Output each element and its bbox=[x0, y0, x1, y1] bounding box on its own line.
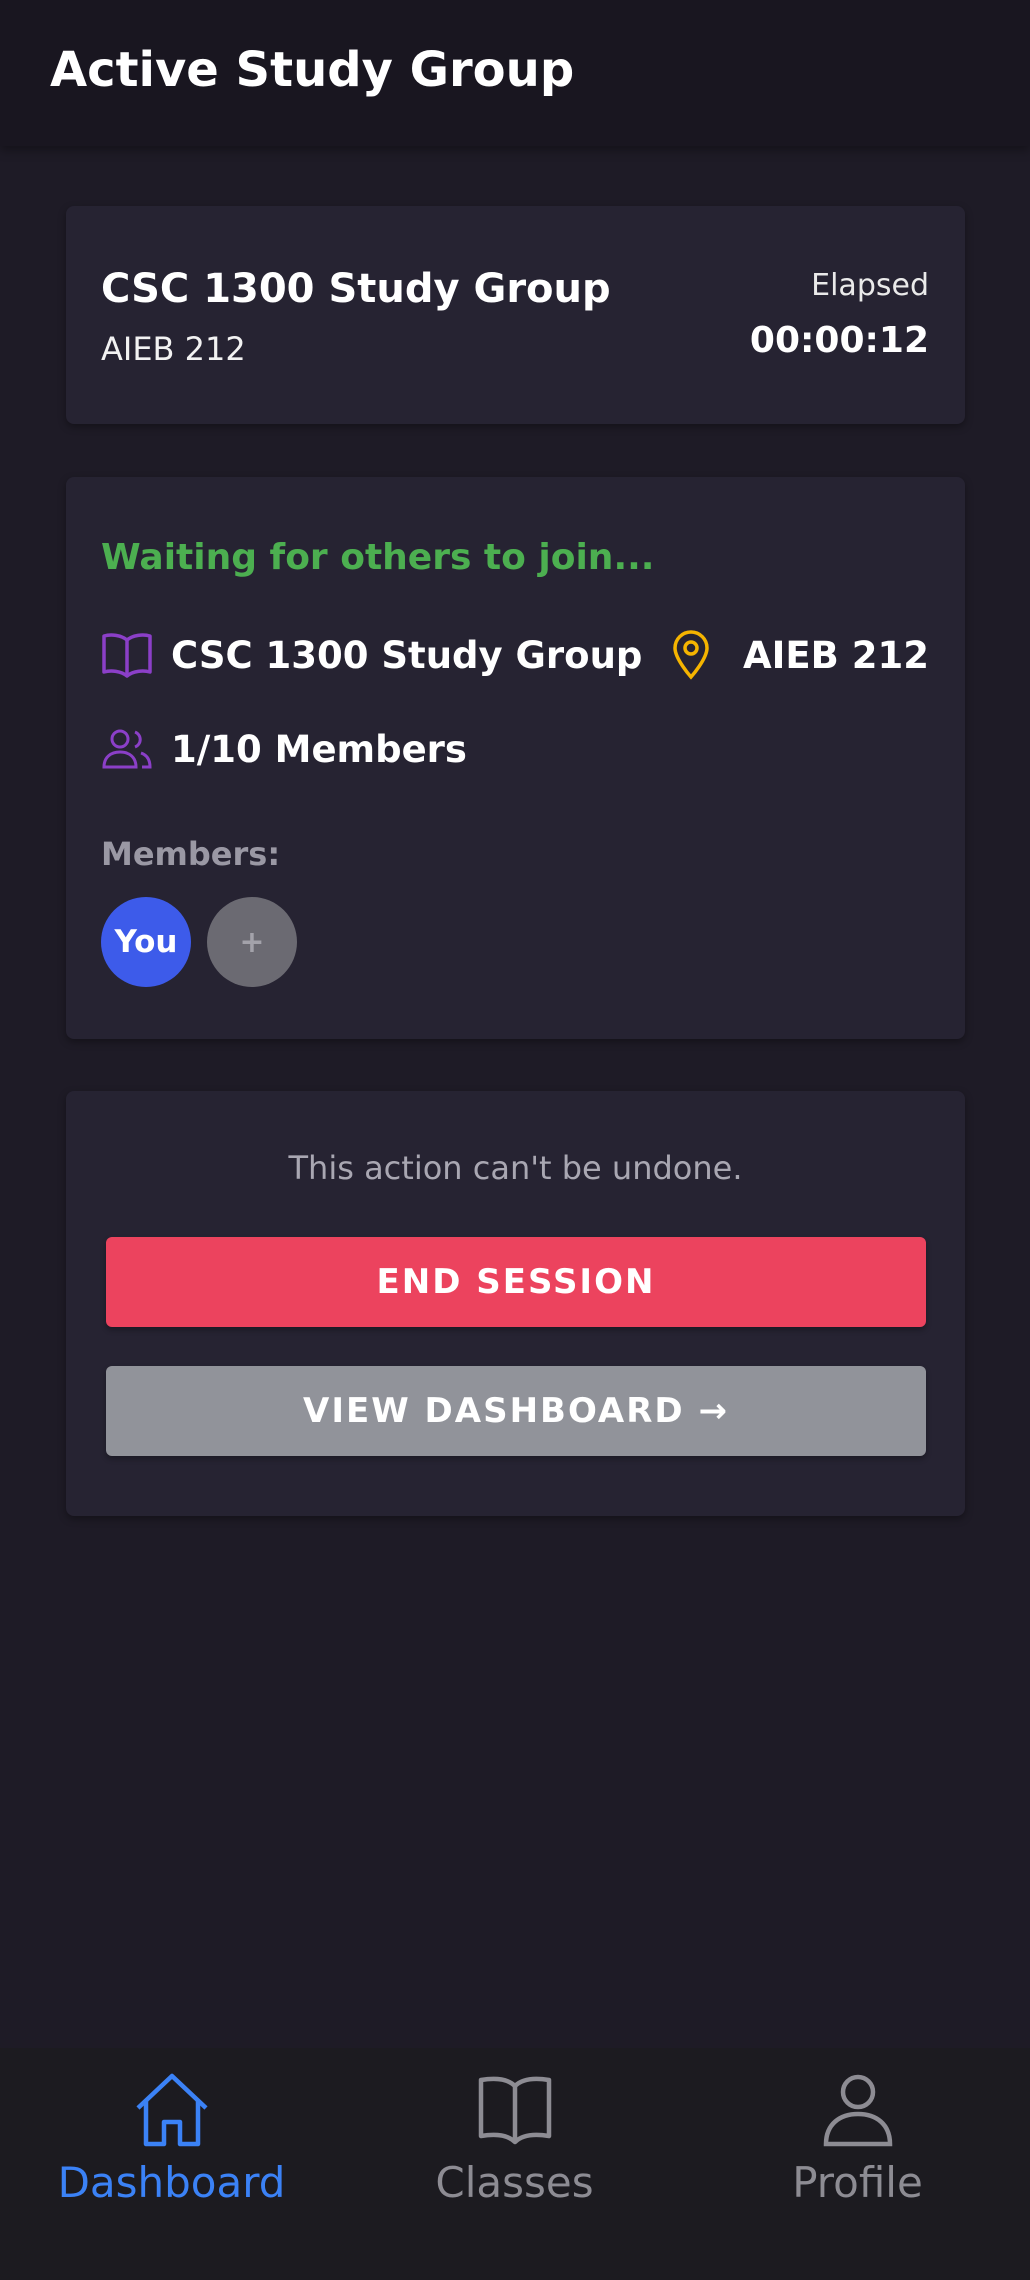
session-actions-card: This action can't be undone. END SESSION… bbox=[66, 1091, 965, 1516]
members-count: 1/10 Members bbox=[171, 727, 467, 771]
room-info-row: AIEB 212 bbox=[665, 629, 929, 681]
session-status-card: Waiting for others to join... CSC 1300 S… bbox=[66, 477, 965, 1039]
avatar-you: You bbox=[101, 897, 191, 987]
nav-item-dashboard[interactable]: Dashboard bbox=[0, 2068, 343, 2207]
undo-warning: This action can't be undone. bbox=[288, 1149, 743, 1187]
group-name-detail: CSC 1300 Study Group bbox=[171, 633, 643, 677]
members-label: Members: bbox=[101, 835, 281, 873]
group-info-row: CSC 1300 Study Group bbox=[101, 629, 642, 681]
home-icon bbox=[135, 2073, 208, 2147]
nav-item-profile[interactable]: Profile bbox=[686, 2068, 1029, 2207]
session-summary-card: CSC 1300 Study Group AIEB 212 Elapsed 00… bbox=[66, 206, 965, 424]
waiting-status: Waiting for others to join... bbox=[101, 537, 655, 578]
nav-label-profile: Profile bbox=[792, 2158, 923, 2207]
end-session-button[interactable]: END SESSION bbox=[106, 1237, 926, 1327]
members-info-row: 1/10 Members bbox=[101, 723, 467, 775]
book-icon bbox=[478, 2076, 551, 2145]
app-header: Active Study Group bbox=[0, 0, 1030, 146]
members-avatars: You + bbox=[101, 897, 313, 987]
view-dashboard-button[interactable]: VIEW DASHBOARD → bbox=[106, 1366, 926, 1456]
nav-item-classes[interactable]: Classes bbox=[343, 2068, 686, 2207]
bottom-navigation: Dashboard Classes Profile bbox=[0, 2048, 1030, 2280]
nav-label-dashboard: Dashboard bbox=[57, 2158, 286, 2207]
group-room: AIEB 212 bbox=[101, 330, 246, 368]
elapsed-timer: 00:00:12 bbox=[749, 320, 929, 361]
book-open-icon bbox=[101, 629, 153, 681]
nav-label-classes: Classes bbox=[435, 2158, 594, 2207]
room-detail: AIEB 212 bbox=[743, 633, 929, 677]
map-pin-icon bbox=[665, 629, 717, 681]
invite-member-button[interactable]: + bbox=[207, 897, 297, 987]
elapsed-label: Elapsed bbox=[811, 268, 929, 303]
group-name: CSC 1300 Study Group bbox=[101, 266, 611, 312]
user-icon bbox=[823, 2074, 892, 2147]
page-title: Active Study Group bbox=[50, 42, 575, 98]
users-icon bbox=[101, 723, 153, 775]
